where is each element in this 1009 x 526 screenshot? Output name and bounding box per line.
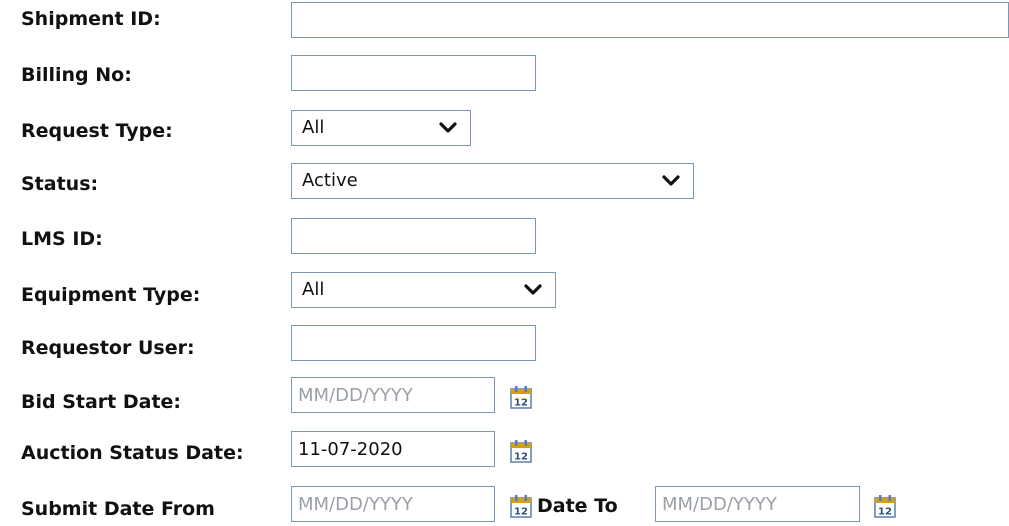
auction-status-date-input[interactable] bbox=[291, 431, 495, 467]
billing-no-input[interactable] bbox=[291, 55, 536, 91]
status-select[interactable]: Active bbox=[291, 163, 694, 199]
row-shipment-id: Shipment ID: bbox=[0, 0, 1009, 40]
calendar-icon[interactable]: 12 bbox=[874, 494, 896, 518]
row-billing-no: Billing No: bbox=[0, 52, 1009, 92]
calendar-icon[interactable]: 12 bbox=[510, 385, 532, 409]
calendar-icon[interactable]: 12 bbox=[510, 494, 532, 518]
equipment-type-select[interactable]: All bbox=[291, 272, 556, 308]
submit-date-from-label: Submit Date From bbox=[21, 498, 215, 520]
svg-text:12: 12 bbox=[514, 398, 528, 409]
lms-id-input[interactable] bbox=[291, 218, 536, 254]
svg-text:12: 12 bbox=[514, 507, 528, 518]
status-selected: Active bbox=[302, 170, 358, 191]
submit-date-from-input[interactable] bbox=[291, 486, 495, 522]
chevron-down-icon bbox=[662, 175, 680, 186]
equipment-type-label: Equipment Type: bbox=[21, 284, 201, 306]
svg-text:12: 12 bbox=[878, 507, 892, 518]
svg-text:12: 12 bbox=[514, 452, 528, 463]
request-type-select[interactable]: All bbox=[291, 110, 471, 146]
shipment-id-label: Shipment ID: bbox=[21, 8, 161, 30]
lms-id-label: LMS ID: bbox=[21, 228, 103, 250]
bid-start-date-input[interactable] bbox=[291, 377, 495, 413]
row-submit-date: Submit Date From 12 Date To 12 bbox=[0, 484, 1009, 524]
row-bid-start-date: Bid Start Date: 12 bbox=[0, 377, 1009, 417]
chevron-down-icon bbox=[524, 284, 542, 295]
row-equipment-type: Equipment Type: All bbox=[0, 270, 1009, 310]
search-form: Shipment ID: Billing No: Request Type: A… bbox=[0, 0, 1009, 526]
calendar-icon[interactable]: 12 bbox=[510, 439, 532, 463]
billing-no-label: Billing No: bbox=[21, 64, 132, 86]
row-requestor-user: Requestor User: bbox=[0, 325, 1009, 365]
row-request-type: Request Type: All bbox=[0, 108, 1009, 148]
date-to-label: Date To bbox=[537, 495, 618, 517]
request-type-label: Request Type: bbox=[21, 120, 173, 142]
row-lms-id: LMS ID: bbox=[0, 216, 1009, 256]
request-type-selected: All bbox=[302, 117, 325, 138]
row-auction-status-date: Auction Status Date: 12 bbox=[0, 431, 1009, 471]
date-to-input[interactable] bbox=[655, 486, 860, 522]
status-label: Status: bbox=[21, 173, 99, 195]
row-status: Status: Active bbox=[0, 161, 1009, 201]
auction-status-date-label: Auction Status Date: bbox=[21, 442, 244, 464]
requestor-user-label: Requestor User: bbox=[21, 337, 195, 359]
requestor-user-input[interactable] bbox=[291, 325, 536, 361]
shipment-id-input[interactable] bbox=[291, 2, 1009, 38]
bid-start-date-label: Bid Start Date: bbox=[21, 391, 182, 413]
chevron-down-icon bbox=[439, 122, 457, 133]
equipment-type-selected: All bbox=[302, 279, 325, 300]
